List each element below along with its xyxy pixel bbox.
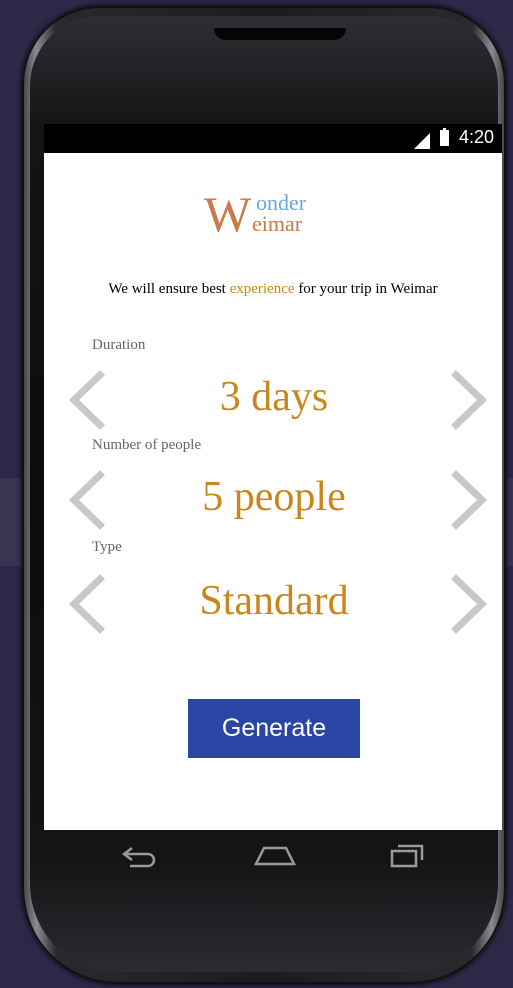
tagline: We will ensure best experience for your …: [44, 281, 502, 298]
chevron-left-icon: [68, 370, 105, 430]
logo-initial: W: [204, 186, 252, 242]
duration-prev-button[interactable]: [60, 369, 122, 431]
tagline-before: We will ensure best: [108, 281, 230, 297]
tagline-after: for your trip in Weimar: [294, 281, 438, 297]
duration-next-button[interactable]: [434, 369, 496, 431]
nav-recents-button[interactable]: [382, 838, 432, 872]
status-bar: 4:20: [44, 124, 502, 153]
chevron-left-icon: [68, 574, 105, 634]
battery-icon: [440, 128, 449, 146]
chevron-right-icon: [451, 470, 488, 530]
people-value: 5 people: [202, 474, 346, 520]
back-icon: [121, 847, 156, 868]
app-logo: W onder eimar: [204, 189, 344, 249]
android-nav-bar: [44, 830, 502, 880]
people-prev-button[interactable]: [60, 469, 122, 531]
chevron-right-icon: [451, 574, 488, 634]
signal-icon: [414, 133, 430, 149]
home-icon: [253, 846, 297, 866]
logo-bottom-line: eimar: [252, 211, 303, 236]
speaker-grille: [214, 28, 346, 40]
status-time: 4:20: [458, 127, 494, 147]
generate-button[interactable]: Generate: [188, 699, 360, 758]
duration-value: 3 days: [219, 374, 329, 420]
nav-back-button[interactable]: [114, 838, 164, 872]
app-screen: W onder eimar We will ensure best experi…: [44, 153, 502, 830]
type-next-button[interactable]: [434, 573, 496, 635]
recents-icon: [390, 844, 424, 868]
tagline-accent: experience: [229, 281, 295, 297]
nav-home-button[interactable]: [250, 838, 300, 872]
type-prev-button[interactable]: [60, 573, 122, 635]
duration-label: Duration: [92, 337, 146, 353]
chevron-right-icon: [451, 370, 488, 430]
people-next-button[interactable]: [434, 469, 496, 531]
type-label: Type: [92, 539, 122, 555]
type-value: Standard: [199, 578, 349, 624]
people-label: Number of people: [92, 437, 202, 453]
chevron-left-icon: [68, 470, 105, 530]
